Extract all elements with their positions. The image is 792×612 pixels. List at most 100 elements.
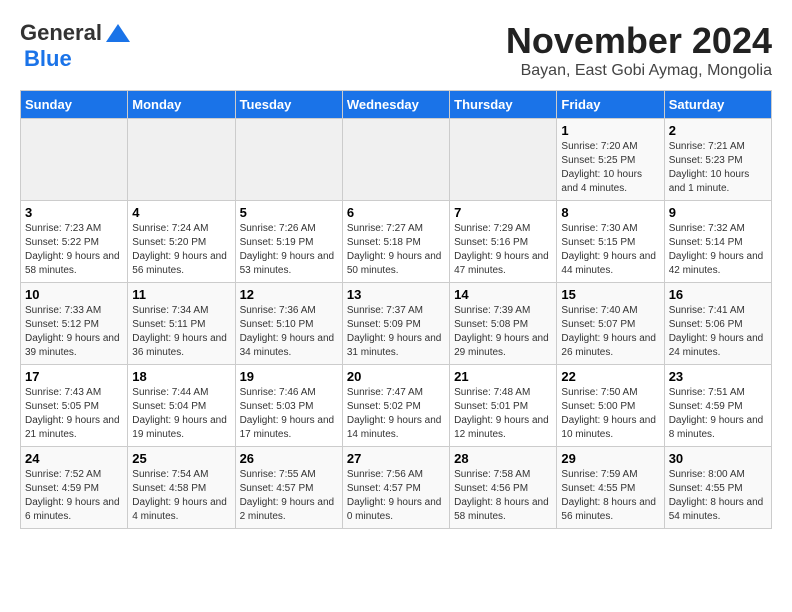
calendar-cell: 20 Sunrise: 7:47 AM Sunset: 5:02 PM Dayli… [342,365,449,447]
day-number: 27 [347,451,445,466]
calendar-cell [235,119,342,201]
day-info: Sunrise: 7:24 AM Sunset: 5:20 PM Dayligh… [132,222,230,278]
weekday-header-row: SundayMondayTuesdayWednesdayThursdayFrid… [21,91,772,119]
day-info: Sunrise: 7:44 AM Sunset: 5:04 PM Dayligh… [132,386,230,442]
calendar-cell: 25 Sunrise: 7:54 AM Sunset: 4:58 PM Dayli… [128,447,235,529]
day-info: Sunrise: 7:29 AM Sunset: 5:16 PM Dayligh… [454,222,552,278]
calendar-cell: 16 Sunrise: 7:41 AM Sunset: 5:06 PM Dayli… [664,283,771,365]
day-info: Sunrise: 7:32 AM Sunset: 5:14 PM Dayligh… [669,222,767,278]
calendar-cell: 14 Sunrise: 7:39 AM Sunset: 5:08 PM Dayli… [450,283,557,365]
calendar-cell: 27 Sunrise: 7:56 AM Sunset: 4:57 PM Dayli… [342,447,449,529]
day-info: Sunrise: 7:33 AM Sunset: 5:12 PM Dayligh… [25,304,123,360]
day-info: Sunrise: 7:56 AM Sunset: 4:57 PM Dayligh… [347,468,445,524]
weekday-header-sunday: Sunday [21,91,128,119]
weekday-header-thursday: Thursday [450,91,557,119]
calendar-cell: 19 Sunrise: 7:46 AM Sunset: 5:03 PM Dayli… [235,365,342,447]
title-area: November 2024 Bayan, East Gobi Aymag, Mo… [506,20,772,80]
day-number: 14 [454,287,552,302]
day-info: Sunrise: 7:30 AM Sunset: 5:15 PM Dayligh… [561,222,659,278]
calendar-cell: 8 Sunrise: 7:30 AM Sunset: 5:15 PM Daylig… [557,201,664,283]
day-number: 15 [561,287,659,302]
calendar-cell: 23 Sunrise: 7:51 AM Sunset: 4:59 PM Dayli… [664,365,771,447]
day-info: Sunrise: 7:52 AM Sunset: 4:59 PM Dayligh… [25,468,123,524]
calendar-cell: 1 Sunrise: 7:20 AM Sunset: 5:25 PM Daylig… [557,119,664,201]
day-number: 26 [240,451,338,466]
day-number: 22 [561,369,659,384]
day-number: 12 [240,287,338,302]
calendar-cell [450,119,557,201]
day-number: 13 [347,287,445,302]
calendar-cell: 3Sunrise: 7:23 AM Sunset: 5:22 PM Daylig… [21,201,128,283]
calendar-cell [21,119,128,201]
calendar-cell: 5 Sunrise: 7:26 AM Sunset: 5:19 PM Daylig… [235,201,342,283]
day-info: Sunrise: 7:55 AM Sunset: 4:57 PM Dayligh… [240,468,338,524]
calendar-week-5: 24 Sunrise: 7:52 AM Sunset: 4:59 PM Dayli… [21,447,772,529]
calendar-cell [128,119,235,201]
day-number: 29 [561,451,659,466]
calendar-cell: 12 Sunrise: 7:36 AM Sunset: 5:10 PM Dayli… [235,283,342,365]
month-title: November 2024 [506,20,772,62]
calendar-cell: 10Sunrise: 7:33 AM Sunset: 5:12 PM Dayli… [21,283,128,365]
day-info: Sunrise: 7:39 AM Sunset: 5:08 PM Dayligh… [454,304,552,360]
logo-blue: Blue [24,46,72,71]
day-info: Sunrise: 7:40 AM Sunset: 5:07 PM Dayligh… [561,304,659,360]
day-number: 6 [347,205,445,220]
day-number: 21 [454,369,552,384]
day-number: 16 [669,287,767,302]
logo-icon [104,22,132,44]
day-number: 7 [454,205,552,220]
calendar-cell: 30Sunrise: 8:00 AM Sunset: 4:55 PM Dayli… [664,447,771,529]
calendar-week-1: 1 Sunrise: 7:20 AM Sunset: 5:25 PM Daylig… [21,119,772,201]
calendar-cell: 18Sunrise: 7:44 AM Sunset: 5:04 PM Dayli… [128,365,235,447]
day-info: Sunrise: 7:59 AM Sunset: 4:55 PM Dayligh… [561,468,659,524]
calendar-cell: 11Sunrise: 7:34 AM Sunset: 5:11 PM Dayli… [128,283,235,365]
location-title: Bayan, East Gobi Aymag, Mongolia [506,62,772,80]
day-number: 4 [132,205,230,220]
day-info: Sunrise: 7:54 AM Sunset: 4:58 PM Dayligh… [132,468,230,524]
day-info: Sunrise: 7:41 AM Sunset: 5:06 PM Dayligh… [669,304,767,360]
day-info: Sunrise: 8:00 AM Sunset: 4:55 PM Dayligh… [669,468,767,524]
day-info: Sunrise: 7:20 AM Sunset: 5:25 PM Dayligh… [561,140,659,196]
day-info: Sunrise: 7:51 AM Sunset: 4:59 PM Dayligh… [669,386,767,442]
calendar-cell: 15 Sunrise: 7:40 AM Sunset: 5:07 PM Dayli… [557,283,664,365]
calendar-cell: 21 Sunrise: 7:48 AM Sunset: 5:01 PM Dayli… [450,365,557,447]
day-info: Sunrise: 7:34 AM Sunset: 5:11 PM Dayligh… [132,304,230,360]
day-info: Sunrise: 7:26 AM Sunset: 5:19 PM Dayligh… [240,222,338,278]
weekday-header-monday: Monday [128,91,235,119]
day-info: Sunrise: 7:46 AM Sunset: 5:03 PM Dayligh… [240,386,338,442]
day-number: 2 [669,123,767,138]
calendar-week-2: 3Sunrise: 7:23 AM Sunset: 5:22 PM Daylig… [21,201,772,283]
day-number: 19 [240,369,338,384]
day-info: Sunrise: 7:21 AM Sunset: 5:23 PM Dayligh… [669,140,767,196]
weekday-header-tuesday: Tuesday [235,91,342,119]
logo: General Blue [20,20,132,72]
calendar-cell: 9Sunrise: 7:32 AM Sunset: 5:14 PM Daylig… [664,201,771,283]
page-header: General Blue November 2024 Bayan, East G… [20,20,772,80]
day-number: 1 [561,123,659,138]
day-number: 20 [347,369,445,384]
day-info: Sunrise: 7:37 AM Sunset: 5:09 PM Dayligh… [347,304,445,360]
calendar-week-3: 10Sunrise: 7:33 AM Sunset: 5:12 PM Dayli… [21,283,772,365]
day-number: 3 [25,205,123,220]
day-info: Sunrise: 7:58 AM Sunset: 4:56 PM Dayligh… [454,468,552,524]
day-info: Sunrise: 7:48 AM Sunset: 5:01 PM Dayligh… [454,386,552,442]
calendar-cell: 7 Sunrise: 7:29 AM Sunset: 5:16 PM Daylig… [450,201,557,283]
day-number: 8 [561,205,659,220]
day-info: Sunrise: 7:47 AM Sunset: 5:02 PM Dayligh… [347,386,445,442]
calendar-table: SundayMondayTuesdayWednesdayThursdayFrid… [20,90,772,529]
logo-general: General [20,20,102,46]
calendar-cell: 22 Sunrise: 7:50 AM Sunset: 5:00 PM Dayli… [557,365,664,447]
day-number: 23 [669,369,767,384]
day-number: 25 [132,451,230,466]
weekday-header-friday: Friday [557,91,664,119]
weekday-header-wednesday: Wednesday [342,91,449,119]
day-number: 17 [25,369,123,384]
day-info: Sunrise: 7:36 AM Sunset: 5:10 PM Dayligh… [240,304,338,360]
day-number: 24 [25,451,123,466]
day-info: Sunrise: 7:50 AM Sunset: 5:00 PM Dayligh… [561,386,659,442]
calendar-cell: 17Sunrise: 7:43 AM Sunset: 5:05 PM Dayli… [21,365,128,447]
calendar-cell: 6Sunrise: 7:27 AM Sunset: 5:18 PM Daylig… [342,201,449,283]
day-number: 5 [240,205,338,220]
calendar-cell: 24 Sunrise: 7:52 AM Sunset: 4:59 PM Dayli… [21,447,128,529]
calendar-cell: 4 Sunrise: 7:24 AM Sunset: 5:20 PM Daylig… [128,201,235,283]
